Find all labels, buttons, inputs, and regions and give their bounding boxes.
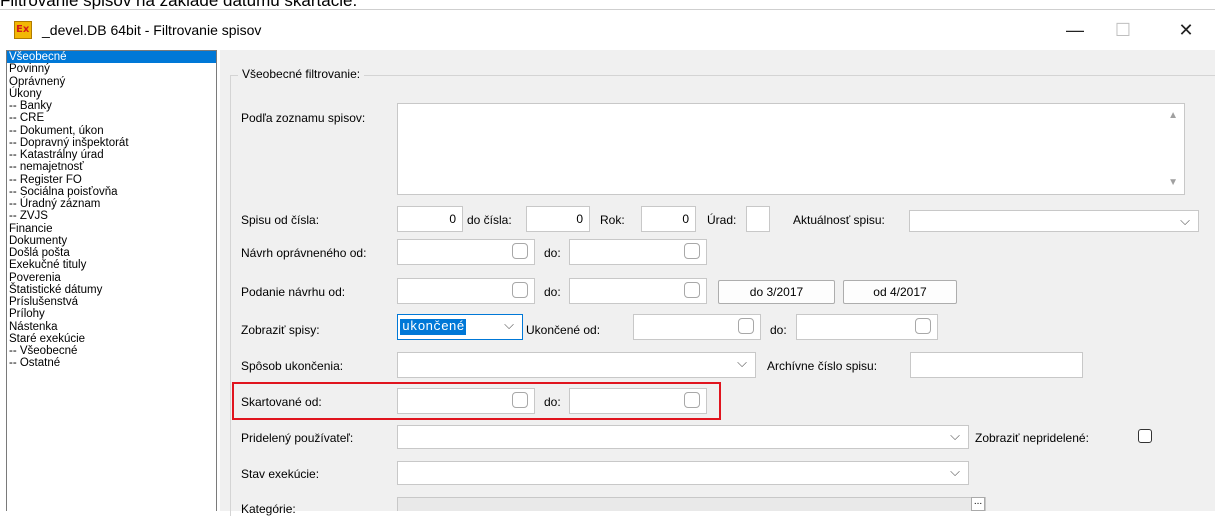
calendar-icon[interactable]: [738, 318, 754, 334]
spis-od-label: Spisu od čísla:: [241, 213, 320, 227]
sidebar-item-nemajetnost[interactable]: -- nemajetnosť: [7, 161, 216, 173]
ukoncene-od-label: Ukončené od:: [526, 323, 601, 337]
navrh-do-date[interactable]: [569, 239, 707, 265]
scroll-down-icon[interactable]: ▼: [1168, 177, 1178, 188]
sidebar-item-socialna-poistovna[interactable]: -- Sociálna poisťovňa: [7, 186, 216, 198]
scroll-up-icon[interactable]: ▲: [1168, 110, 1178, 121]
sidebar-item-stare-exekucie[interactable]: Staré exekúcie: [7, 333, 216, 345]
title-bar: Ex _devel.DB 64bit - Filtrovanie spisov …: [0, 10, 1215, 50]
do-2017-button[interactable]: do 3/2017: [718, 280, 835, 304]
chevron-down-icon: ⌵: [950, 428, 960, 443]
sidebar-item-opravneny[interactable]: Oprávnený: [7, 76, 216, 88]
sidebar-item-prislusenstva[interactable]: Príslušenstvá: [7, 296, 216, 308]
kategorie-field[interactable]: ...: [397, 497, 986, 511]
case-list-textarea[interactable]: ▲ ▼: [397, 103, 1185, 195]
zobrazit-selected-value: ukončené: [400, 319, 467, 335]
zobrazit-select[interactable]: ukončené ⌵: [397, 314, 523, 340]
app-icon: Ex: [14, 21, 32, 39]
nepridelene-label: Zobraziť nepridelené:: [975, 431, 1089, 445]
rok-input[interactable]: 0: [641, 206, 696, 232]
navrh-do-label: do:: [544, 246, 561, 260]
sidebar-item-exekucne-tituly[interactable]: Exekučné tituly: [7, 259, 216, 271]
sidebar-item-stare-vseobecne[interactable]: -- Všeobecné: [7, 345, 216, 357]
skartovane-do-date[interactable]: [569, 388, 707, 414]
minimize-button[interactable]: —: [1055, 16, 1095, 44]
sidebar-item-katastralny-urad[interactable]: -- Katastrálny úrad: [7, 149, 216, 161]
archivne-label: Archívne číslo spisu:: [767, 359, 878, 373]
pridelany-select[interactable]: ⌵: [397, 425, 969, 449]
skartovane-od-date[interactable]: [397, 388, 535, 414]
podanie-label: Podanie návrhu od:: [241, 285, 346, 299]
chevron-down-icon: ⌵: [737, 355, 747, 370]
calendar-icon[interactable]: [684, 282, 700, 298]
stav-select[interactable]: ⌵: [397, 461, 969, 485]
group-title: Všeobecné filtrovanie:: [238, 67, 365, 81]
navrh-label: Návrh oprávneného od:: [241, 246, 367, 260]
chevron-down-icon: ⌵: [950, 464, 960, 479]
podanie-do-date[interactable]: [569, 278, 707, 304]
list-label: Podľa zoznamu spisov:: [241, 111, 366, 125]
sidebar-item-vseobecne[interactable]: Všeobecné: [7, 51, 216, 64]
zobrazit-label: Zobraziť spisy:: [241, 323, 320, 337]
sidebar-item-register-fo[interactable]: -- Register FO: [7, 174, 216, 186]
do-cisla-label: do čísla:: [467, 213, 512, 227]
skartovane-label: Skartované od:: [241, 395, 322, 409]
skartovane-do-label: do:: [544, 395, 561, 409]
sidebar-item-dokument-ukon[interactable]: -- Dokument, úkon: [7, 125, 216, 137]
kategorie-label: Kategórie:: [241, 502, 296, 516]
sidebar-item-povinny[interactable]: Povinný: [7, 63, 216, 75]
ukoncene-od-date[interactable]: [633, 314, 761, 340]
calendar-icon[interactable]: [512, 282, 528, 298]
archivne-input[interactable]: [910, 352, 1083, 378]
sidebar-item-prilohy[interactable]: Prílohy: [7, 308, 216, 320]
ukoncene-do-date[interactable]: [796, 314, 938, 340]
navrh-od-date[interactable]: [397, 239, 535, 265]
ukoncene-do-label: do:: [770, 323, 787, 337]
sidebar-item-banky[interactable]: -- Banky: [7, 100, 216, 112]
sidebar-item-dokumenty[interactable]: Dokumenty: [7, 235, 216, 247]
urad-label: Úrad:: [707, 213, 737, 227]
window-title: _devel.DB 64bit - Filtrovanie spisov: [42, 22, 262, 38]
podanie-do-label: do:: [544, 285, 561, 299]
calendar-icon[interactable]: [915, 318, 931, 334]
chevron-down-icon: ⌵: [1180, 213, 1190, 228]
sidebar-item-cre[interactable]: -- CRE: [7, 112, 216, 124]
od-2017-button[interactable]: od 4/2017: [843, 280, 957, 304]
filter-panel: Všeobecné filtrovanie: Podľa zoznamu spi…: [220, 50, 1215, 516]
nepridelene-checkbox[interactable]: [1138, 429, 1152, 443]
sidebar-item-poverenia[interactable]: Poverenia: [7, 272, 216, 284]
sidebar-item-ukony[interactable]: Úkony: [7, 88, 216, 100]
chevron-down-icon: ⌵: [504, 317, 514, 332]
page-caption: Filtrovanie spisov na základe dátumu ska…: [0, 0, 358, 10]
sposob-select[interactable]: ⌵: [397, 352, 756, 378]
filter-window: Ex _devel.DB 64bit - Filtrovanie spisov …: [0, 9, 1215, 516]
spis-od-input[interactable]: 0: [397, 206, 463, 232]
kategorie-browse-button[interactable]: ...: [971, 497, 985, 511]
do-cisla-input[interactable]: 0: [526, 206, 590, 232]
sidebar-item-ostatne[interactable]: -- Ostatné: [7, 357, 216, 369]
sidebar-item-dopravny-inspektorat[interactable]: -- Dopravný inšpektorát: [7, 137, 216, 149]
sidebar-item-financie[interactable]: Financie: [7, 223, 216, 235]
sidebar-item-uradny-zaznam[interactable]: -- Úradný záznam: [7, 198, 216, 210]
calendar-icon[interactable]: [684, 243, 700, 259]
sidebar: Všeobecné Povinný Oprávnený Úkony -- Ban…: [6, 50, 217, 511]
calendar-icon[interactable]: [512, 243, 528, 259]
pridelany-label: Pridelený používateľ:: [241, 431, 354, 445]
podanie-od-date[interactable]: [397, 278, 535, 304]
sidebar-item-statisticke-datumy[interactable]: Štatistické dátumy: [7, 284, 216, 296]
sidebar-item-zvjs[interactable]: -- ZVJS: [7, 210, 216, 222]
sidebar-item-nastenka[interactable]: Nástenka: [7, 321, 216, 333]
close-button[interactable]: ✕: [1166, 16, 1206, 44]
calendar-icon[interactable]: [512, 392, 528, 408]
sidebar-item-dosla-posta[interactable]: Došlá pošta: [7, 247, 216, 259]
stav-label: Stav exekúcie:: [241, 467, 320, 481]
aktualnost-select[interactable]: ⌵: [909, 210, 1199, 232]
urad-input[interactable]: [746, 206, 770, 232]
sposob-label: Spôsob ukončenia:: [241, 359, 344, 373]
maximize-button[interactable]: ☐: [1103, 16, 1143, 44]
calendar-icon[interactable]: [684, 392, 700, 408]
rok-label: Rok:: [600, 213, 625, 227]
aktualnost-label: Aktuálnosť spisu:: [793, 213, 885, 227]
